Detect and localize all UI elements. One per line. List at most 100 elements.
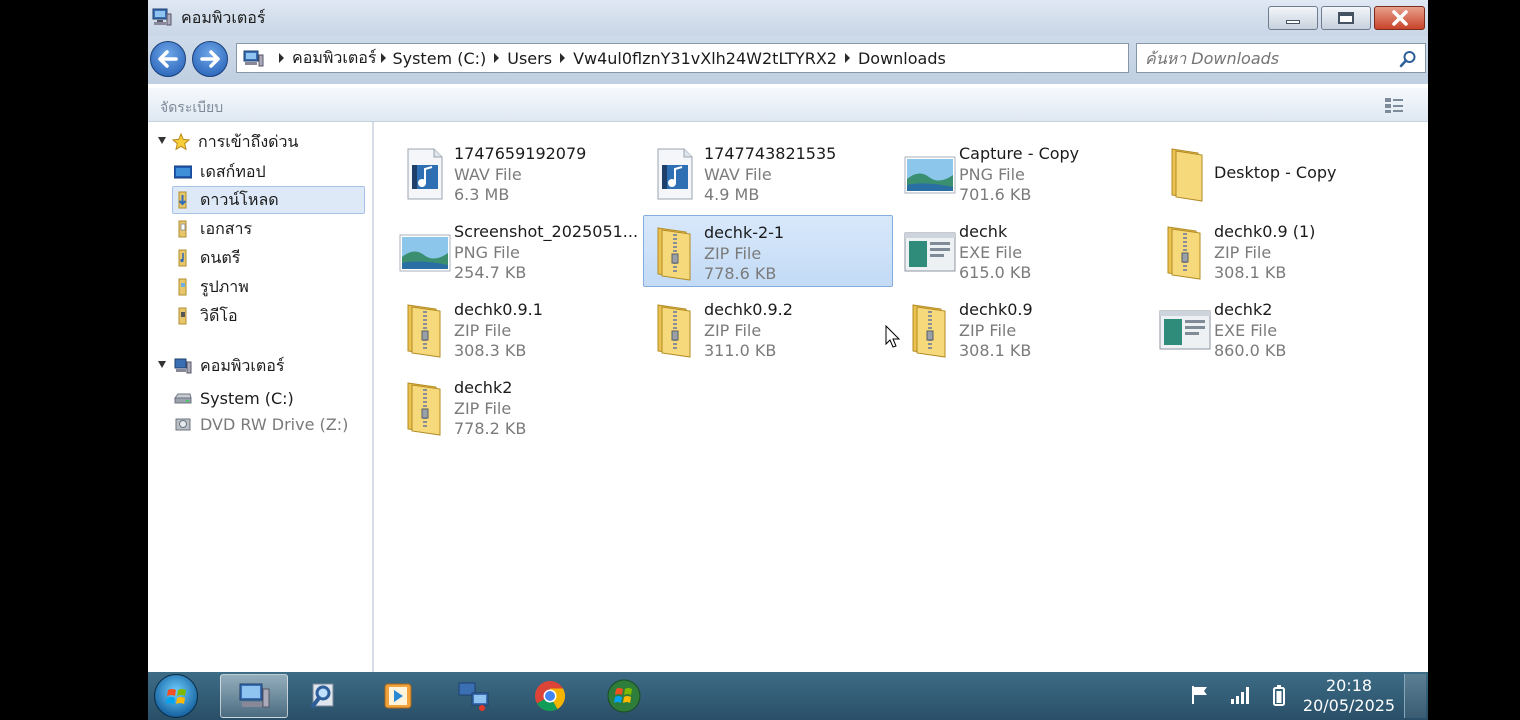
file-size: 615.0 KB xyxy=(959,263,1032,282)
zip-folder-icon xyxy=(398,301,452,359)
breadcrumb-separator-icon[interactable] xyxy=(279,53,284,63)
minimize-button[interactable] xyxy=(1268,6,1318,30)
file-type: ZIP File xyxy=(1214,243,1272,262)
zip-folder-icon xyxy=(398,379,452,437)
breadcrumb-downloads[interactable]: Downloads xyxy=(858,49,946,68)
collapse-arrow-icon[interactable] xyxy=(158,137,166,144)
file-item[interactable]: dechk0.9 ZIP File 308.1 KB xyxy=(899,293,1149,365)
close-icon xyxy=(1391,10,1408,26)
battery-icon[interactable] xyxy=(1268,684,1290,706)
file-name: dechk0.9 xyxy=(959,300,1033,319)
taskbar-chrome[interactable] xyxy=(516,674,584,718)
file-size: 311.0 KB xyxy=(704,341,777,360)
file-name: 1747743821535 xyxy=(704,144,837,163)
breadcrumb-computer[interactable]: คอมพิวเตอร์ xyxy=(292,46,376,71)
breadcrumb-separator-icon[interactable] xyxy=(560,53,566,63)
windows-logo-icon xyxy=(166,689,186,704)
file-item[interactable]: dechk0.9.2 ZIP File 311.0 KB xyxy=(644,293,894,365)
file-item[interactable]: Capture - Copy PNG File 701.6 KB xyxy=(899,137,1149,209)
file-item[interactable]: 1747659192079 WAV File 6.3 MB xyxy=(394,137,644,209)
maximize-icon xyxy=(1338,12,1354,24)
title-bar[interactable]: คอมพิวเตอร์ xyxy=(148,0,1428,36)
nav-item-downloads[interactable]: ดาวน์โหลด xyxy=(174,187,279,213)
nav-drive-z[interactable]: DVD RW Drive (Z:) xyxy=(174,411,348,437)
nav-label: เดสก์ทอป xyxy=(200,161,266,181)
show-desktop-button[interactable] xyxy=(1404,674,1426,718)
file-item[interactable]: Desktop - Copy xyxy=(1154,137,1404,209)
nav-item-documents[interactable]: เอกสาร xyxy=(174,216,252,242)
breadcrumb-users[interactable]: Users xyxy=(507,49,552,68)
breadcrumb-separator-icon[interactable] xyxy=(844,53,850,63)
file-item[interactable]: 1747743821535 WAV File 4.9 MB xyxy=(644,137,894,209)
taskbar-media-player[interactable] xyxy=(364,674,432,718)
file-item[interactable]: dechk0.9.1 ZIP File 308.3 KB xyxy=(394,293,644,365)
forward-button[interactable] xyxy=(192,41,228,77)
dvd-drive-icon xyxy=(175,418,191,431)
computer-icon xyxy=(239,683,270,708)
file-type: ZIP File xyxy=(704,321,762,340)
breadcrumb-system-c[interactable]: System (C:) xyxy=(392,49,486,68)
nav-label: ดนตรี xyxy=(200,247,241,267)
file-name: dechk2 xyxy=(1214,300,1273,319)
maximize-button[interactable] xyxy=(1321,6,1371,30)
taskbar-network-app[interactable] xyxy=(440,674,508,718)
file-size: 308.3 KB xyxy=(454,341,527,360)
nav-drive-c[interactable]: System (C:) xyxy=(174,385,294,411)
file-size: 701.6 KB xyxy=(959,185,1032,204)
breadcrumb-user-folder[interactable]: Vw4ul0flznY31vXlh24W2tLTYRX2 xyxy=(573,49,837,68)
file-item[interactable]: Screenshot_2025051... PNG File 254.7 KB xyxy=(394,215,644,287)
nav-label: รูปภาพ xyxy=(200,276,249,296)
minimize-icon xyxy=(1286,20,1300,24)
start-button[interactable] xyxy=(154,674,198,718)
image-file-icon xyxy=(903,145,957,203)
back-button[interactable] xyxy=(150,41,186,77)
taskbar-search-app[interactable] xyxy=(290,674,358,718)
collapse-arrow-icon[interactable] xyxy=(158,361,166,368)
taskbar-windows-app[interactable] xyxy=(590,674,658,718)
nav-item-pictures[interactable]: รูปภาพ xyxy=(174,274,249,300)
taskbar-explorer[interactable] xyxy=(220,674,288,718)
close-button[interactable] xyxy=(1374,6,1425,30)
navigation-pane: การเข้าถึงด่วน เดสก์ทอป ดาวน์โหลด เอกสาร xyxy=(148,122,374,672)
zip-folder-icon xyxy=(648,224,702,282)
change-view-icon[interactable] xyxy=(1384,96,1404,114)
nav-computer[interactable]: คอมพิวเตอร์ xyxy=(174,353,284,379)
zip-folder-icon xyxy=(1158,223,1212,281)
window-title: คอมพิวเตอร์ xyxy=(181,8,266,27)
file-type: WAV File xyxy=(454,165,522,184)
search-icon[interactable] xyxy=(1399,50,1417,68)
media-player-icon xyxy=(384,683,412,709)
file-item[interactable]: dechk0.9 (1) ZIP File 308.1 KB xyxy=(1154,215,1404,287)
star-icon xyxy=(172,133,190,151)
search-input[interactable] xyxy=(1145,48,1395,68)
file-size: 860.0 KB xyxy=(1214,341,1287,360)
nav-quick-access[interactable]: การเข้าถึงด่วน xyxy=(172,129,298,155)
file-name: Capture - Copy xyxy=(959,144,1080,163)
nav-item-music[interactable]: ดนตรี xyxy=(174,245,240,271)
nav-item-videos[interactable]: วิดีโอ xyxy=(174,303,238,329)
breadcrumb-separator-icon[interactable] xyxy=(494,53,500,63)
file-size: 254.7 KB xyxy=(454,263,527,282)
nav-item-desktop[interactable]: เดสก์ทอป xyxy=(174,159,266,185)
flag-icon[interactable] xyxy=(1190,684,1212,706)
mouse-cursor-icon xyxy=(885,325,901,348)
address-row: คอมพิวเตอร์ System (C:) Users Vw4ul0flzn… xyxy=(148,36,1428,84)
nav-label: คอมพิวเตอร์ xyxy=(200,355,285,375)
clock[interactable]: 20:18 20/05/2025 xyxy=(1298,676,1400,716)
desktop-icon xyxy=(174,165,192,179)
taskbar: 20:18 20/05/2025 xyxy=(148,672,1428,720)
file-item[interactable]: dechk2 EXE File 860.0 KB xyxy=(1154,293,1404,365)
videos-folder-icon xyxy=(178,307,187,325)
computer-icon xyxy=(243,50,264,67)
nav-label: วิดีโอ xyxy=(200,305,238,325)
file-name: Screenshot_2025051... xyxy=(454,222,639,241)
breadcrumb-separator-icon[interactable] xyxy=(381,53,387,63)
search-box[interactable] xyxy=(1136,43,1426,73)
address-bar[interactable]: คอมพิวเตอร์ System (C:) Users Vw4ul0flzn… xyxy=(236,43,1129,73)
file-item[interactable]: dechk-2-1 ZIP File 778.6 KB xyxy=(643,215,893,287)
organize-button[interactable]: จัดระเบียบ xyxy=(160,97,223,119)
file-item[interactable]: dechk EXE File 615.0 KB xyxy=(899,215,1149,287)
signal-icon[interactable] xyxy=(1230,684,1252,706)
nav-label: การเข้าถึงด่วน xyxy=(198,131,299,151)
file-item[interactable]: dechk2 ZIP File 778.2 KB xyxy=(394,371,644,443)
